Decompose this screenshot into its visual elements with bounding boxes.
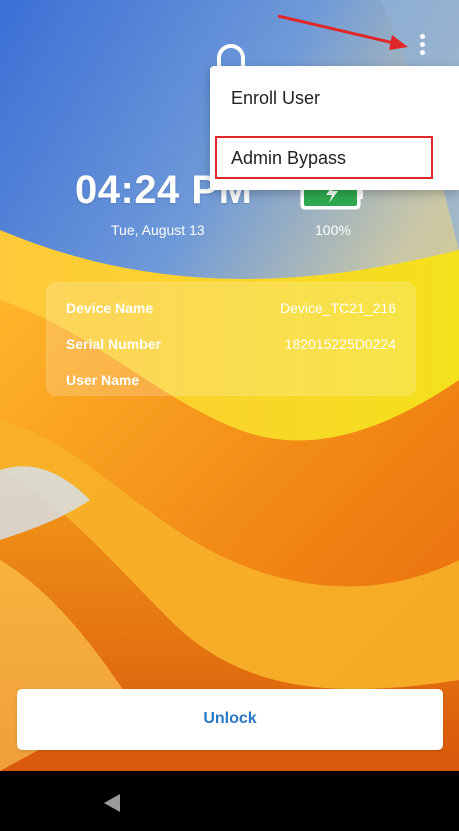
device-name-label: Device Name (66, 300, 154, 316)
more-dot (420, 50, 425, 55)
more-dot (420, 34, 425, 39)
menu-item-enroll-user[interactable]: Enroll User (210, 70, 459, 126)
serial-number-label: Serial Number (66, 336, 161, 352)
serial-number-row: Serial Number 182015225D0224 (66, 336, 396, 356)
more-vert-icon[interactable] (410, 28, 436, 60)
lock-screen: 04:24 PM Tue, August 13 100% Device Name… (0, 0, 459, 831)
user-name-label: User Name (66, 372, 140, 388)
more-dot (420, 42, 425, 47)
unlock-button[interactable]: Unlock (17, 689, 443, 750)
battery-percent: 100% (315, 222, 351, 238)
device-name-row: Device Name Device_TC21_216 (66, 300, 396, 320)
unlock-button-label: Unlock (203, 710, 257, 727)
back-icon[interactable] (101, 792, 123, 814)
clock-date: Tue, August 13 (111, 222, 205, 238)
device-info-card: Device Name Device_TC21_216 Serial Numbe… (46, 282, 416, 396)
highlight-annotation (215, 136, 433, 179)
menu-item-label: Enroll User (231, 88, 321, 108)
navigation-bar (0, 771, 459, 831)
serial-number-value: 182015225D0224 (284, 336, 396, 352)
user-name-row: User Name (66, 372, 396, 392)
device-name-value: Device_TC21_216 (280, 300, 396, 316)
